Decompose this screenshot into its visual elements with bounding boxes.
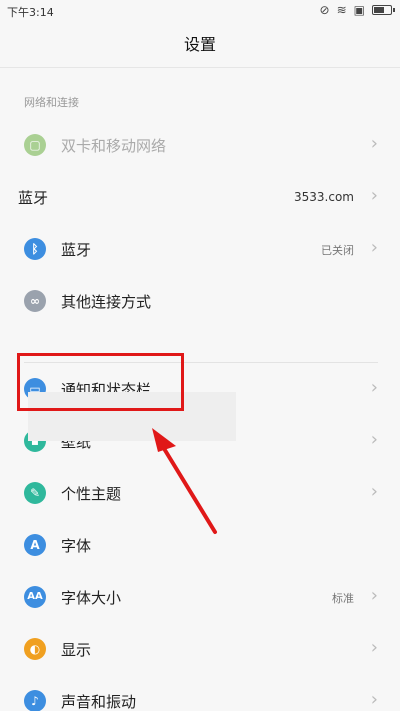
chevron-right-icon: ›	[370, 585, 378, 606]
alarm-off-icon: ⊘	[319, 3, 330, 17]
setting-row-overlay[interactable]: 蓝牙 3533.com ›	[0, 171, 400, 223]
setting-value: 已关闭	[321, 244, 354, 257]
battery-icon	[372, 5, 395, 15]
setting-row-display[interactable]: ◐ 显示 ›	[0, 623, 400, 675]
section-header-network: 网络和连接	[24, 96, 79, 109]
chevron-right-icon: ›	[370, 689, 378, 710]
theme-icon: ✎	[24, 482, 46, 504]
setting-label: 其他连接方式	[61, 293, 152, 311]
highlight-box	[17, 353, 184, 411]
setting-label: 字体	[61, 537, 92, 555]
chevron-right-icon: ›	[370, 377, 378, 398]
setting-label: 蓝牙	[61, 241, 92, 259]
sim-icon: ▣	[353, 3, 365, 17]
setting-label: 双卡和移动网络	[61, 137, 167, 155]
link-icon: ∞	[24, 290, 46, 312]
setting-label: 个性主题	[61, 485, 122, 503]
setting-value: 3533.com	[294, 190, 354, 204]
setting-row-bluetooth[interactable]: ᛒ 蓝牙 已关闭 ›	[0, 223, 400, 275]
setting-label: 蓝牙	[18, 189, 49, 207]
sim-card-icon: ▢	[24, 134, 46, 156]
chevron-right-icon: ›	[370, 185, 378, 206]
display-icon: ◐	[24, 638, 46, 660]
chevron-right-icon: ›	[370, 237, 378, 258]
setting-value: 标准	[332, 592, 354, 605]
setting-row-font[interactable]: A 字体	[0, 519, 400, 571]
sound-icon: ♪	[24, 690, 46, 711]
font-size-icon: AA	[24, 586, 46, 608]
chevron-right-icon: ›	[370, 637, 378, 658]
chevron-right-icon: ›	[370, 429, 378, 450]
status-bar: 下午3:14 ⊘ ≋ ▣	[0, 0, 400, 22]
setting-label: 显示	[61, 641, 92, 659]
bluetooth-icon: ᛒ	[24, 238, 46, 260]
setting-label: 字体大小	[61, 589, 122, 607]
setting-label: 声音和振动	[61, 693, 137, 711]
status-time: 下午3:14	[7, 6, 54, 19]
setting-row-sound[interactable]: ♪ 声音和振动 ›	[0, 675, 400, 711]
setting-row-theme[interactable]: ✎ 个性主题 ›	[0, 467, 400, 519]
wifi-icon: ≋	[336, 3, 347, 17]
setting-row-other-connections[interactable]: ∞ 其他连接方式	[0, 275, 400, 327]
font-icon: A	[24, 534, 46, 556]
setting-row-dual-sim[interactable]: ▢ 双卡和移动网络 ›	[0, 119, 400, 171]
chevron-right-icon: ›	[370, 481, 378, 502]
chevron-right-icon: ›	[370, 133, 378, 154]
setting-row-font-size[interactable]: AA 字体大小 标准 ›	[0, 571, 400, 623]
page-title: 设置	[0, 22, 400, 68]
